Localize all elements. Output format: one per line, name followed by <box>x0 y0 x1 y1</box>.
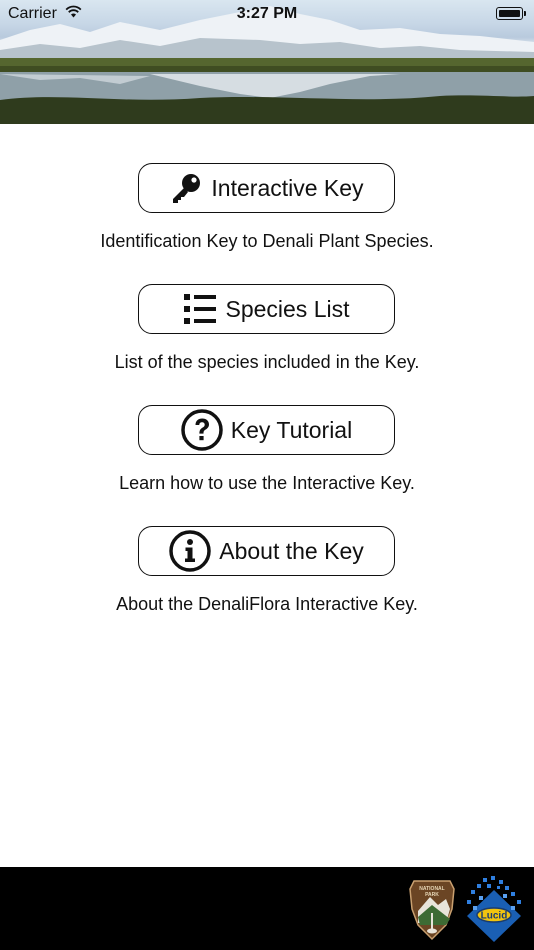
lucid-logo: Lucid <box>463 876 525 947</box>
info-circle-icon <box>169 530 211 572</box>
about-the-key-button[interactable]: About the Key <box>138 526 395 576</box>
key-tutorial-button[interactable]: Key Tutorial <box>138 405 395 455</box>
svg-text:Lucid: Lucid <box>481 911 508 922</box>
battery-icon <box>496 7 526 20</box>
species-list-description: List of the species included in the Key. <box>114 352 420 372</box>
list-icon <box>183 293 217 325</box>
key-tutorial-label: Key Tutorial <box>230 416 353 443</box>
interactive-key-description: Identification Key to Denali Plant Speci… <box>100 231 434 251</box>
about-the-key-description: About the DenaliFlora Interactive Key. <box>116 594 418 614</box>
svg-text:PARK: PARK <box>425 892 439 898</box>
about-the-key-label: About the Key <box>219 537 364 564</box>
clock: 3:27 PM <box>236 5 298 22</box>
species-list-label: Species List <box>225 295 350 322</box>
status-bar: Carrier 3:27 PM <box>0 0 534 28</box>
battery-fill <box>499 10 520 17</box>
key-tutorial-description: Learn how to use the Interactive Key. <box>119 473 415 493</box>
interactive-key-label: Interactive Key <box>211 174 364 201</box>
key-icon <box>169 171 203 205</box>
interactive-key-button[interactable]: Interactive Key <box>138 163 395 213</box>
species-list-button[interactable]: Species List <box>138 284 395 334</box>
national-park-service-logo: NATIONAL PARK <box>408 879 456 946</box>
question-circle-icon <box>181 409 223 451</box>
